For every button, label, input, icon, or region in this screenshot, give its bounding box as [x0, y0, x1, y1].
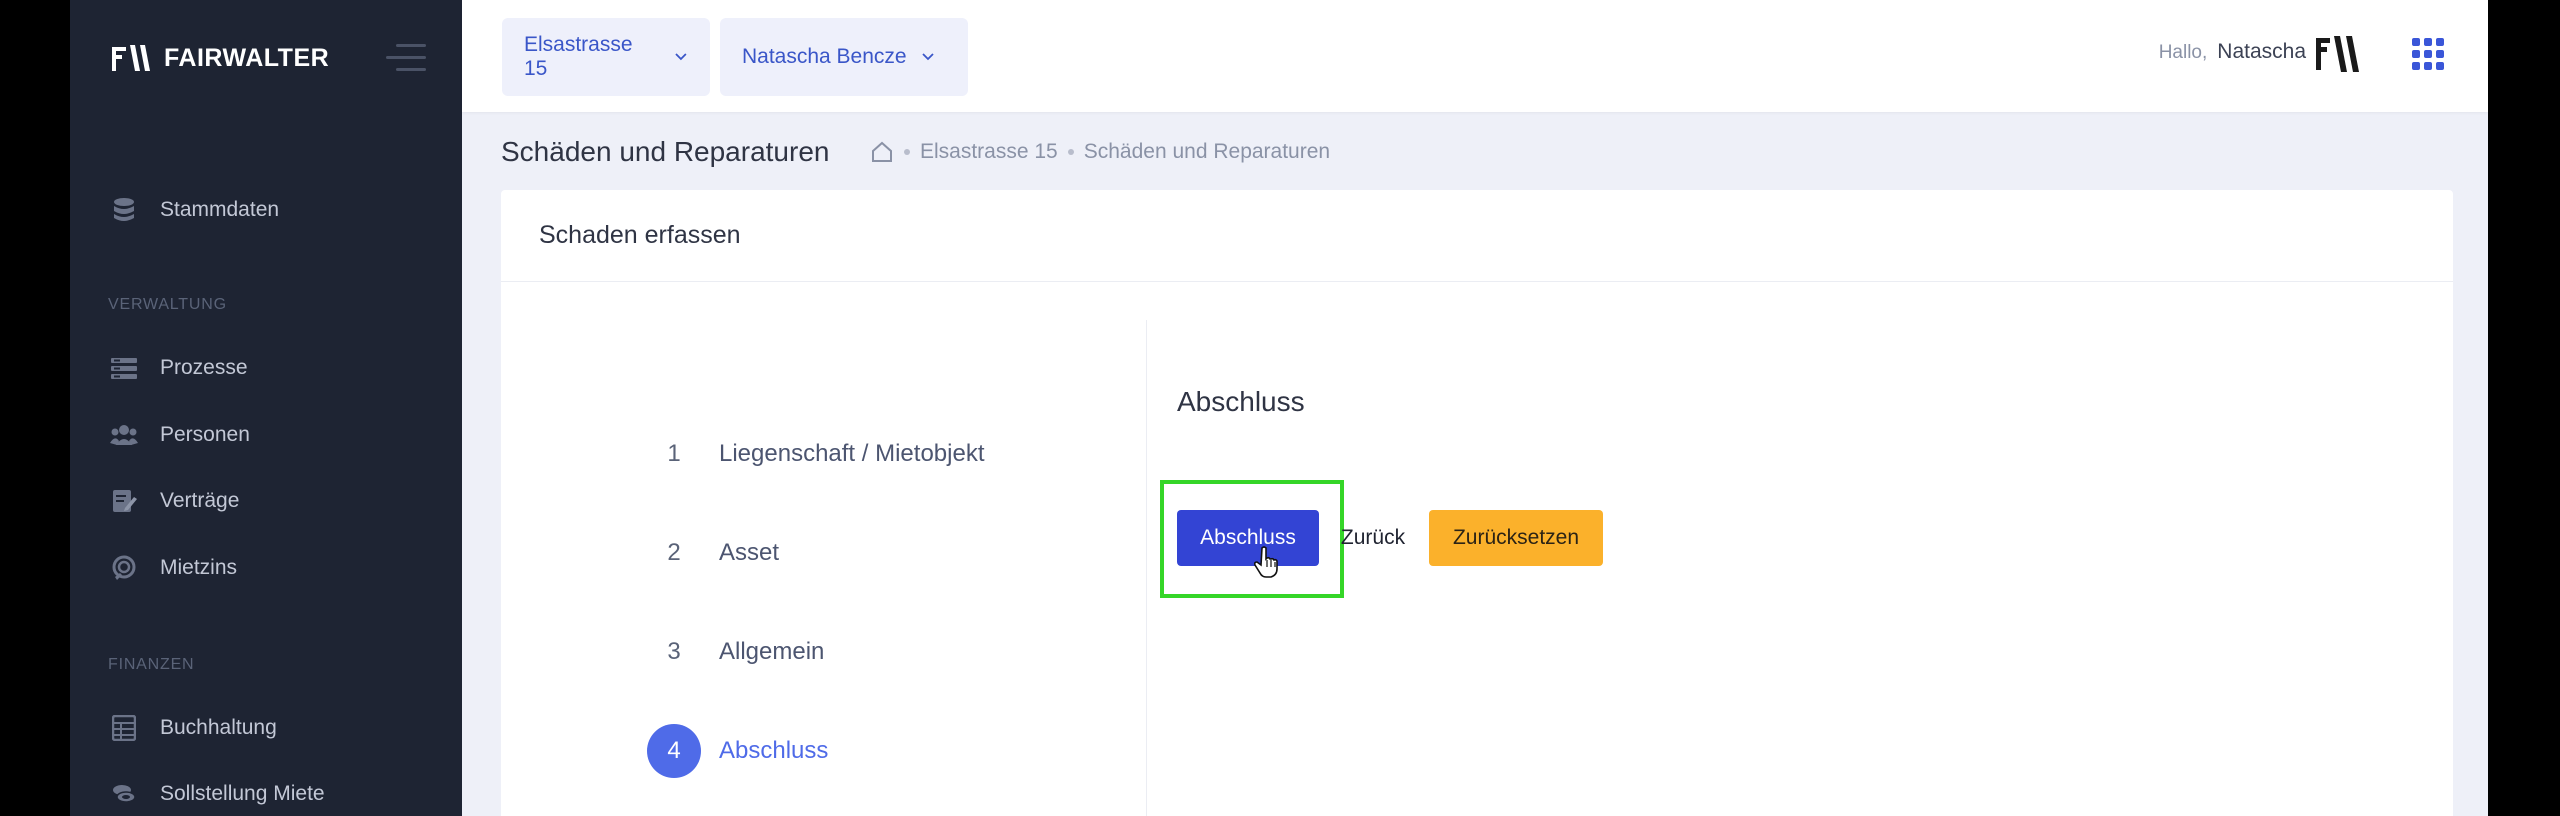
hand-cursor-icon	[1254, 546, 1278, 578]
top-header: Elsastrasse 15 Natascha Bencze Hallo, Na…	[462, 0, 2488, 112]
card-header: Schaden erfassen	[501, 190, 2453, 282]
fairwalter-logo-icon	[112, 45, 150, 71]
step-number: 2	[667, 539, 681, 566]
rent-icon	[110, 554, 138, 582]
step-number: 4	[647, 724, 701, 778]
person-select-label: Natascha Bencze	[742, 45, 907, 68]
back-button[interactable]: Zurück	[1337, 510, 1409, 566]
section-label-verwaltung: VERWALTUNG	[108, 296, 227, 313]
breadcrumb-item-current: Schäden und Reparaturen	[1083, 140, 1331, 163]
reset-button[interactable]: Zurücksetzen	[1429, 510, 1603, 566]
breadcrumb: Elsastrasse 15 Schäden und Reparaturen	[870, 140, 1330, 164]
step-3[interactable]: 3 Allgemein	[647, 625, 824, 679]
sidebar-item-label: Verträge	[160, 489, 240, 512]
ledger-icon	[110, 714, 138, 742]
brand-name: FAIRWALTER	[164, 43, 330, 72]
app-window: FAIRWALTER Stammdaten VERWALTUNG Prozess…	[70, 0, 2488, 816]
greeting-text: Hallo,	[2158, 42, 2208, 63]
coins-icon	[110, 780, 138, 808]
sidebar-item-personen[interactable]: Personen	[110, 415, 430, 455]
property-select-label: Elsastrasse 15	[524, 33, 633, 80]
user-greeting: Hallo, Natascha	[2159, 40, 2306, 64]
card-title: Schaden erfassen	[539, 221, 741, 249]
sidebar-item-label: Buchhaltung	[160, 716, 277, 739]
stepper-divider	[1146, 320, 1147, 816]
step-4-active[interactable]: 4 Abschluss	[647, 724, 828, 778]
step-number: 1	[667, 440, 681, 467]
user-avatar-icon[interactable]	[2314, 32, 2360, 76]
chevron-down-icon	[921, 53, 934, 61]
step-label: Asset	[719, 539, 780, 566]
section-label-finanzen: FINANZEN	[108, 656, 195, 673]
finish-button[interactable]: Abschluss	[1177, 510, 1319, 566]
sidebar-item-label: Stammdaten	[160, 198, 280, 221]
sidebar-item-label: Mietzins	[160, 556, 238, 579]
user-name: Natascha	[2217, 40, 2306, 63]
breadcrumb-item[interactable]: Elsastrasse 15	[920, 140, 1058, 164]
step-label: Abschluss	[719, 737, 829, 764]
sidebar-item-label: Sollstellung Miete	[160, 782, 325, 805]
person-select[interactable]: Natascha Bencze	[720, 18, 968, 96]
step-1[interactable]: 1 Liegenschaft / Mietobjekt	[647, 427, 985, 481]
damage-form-card: Schaden erfassen 1 Liegenschaft / Mietob…	[501, 190, 2453, 816]
sidebar: FAIRWALTER Stammdaten VERWALTUNG Prozess…	[70, 0, 462, 816]
brand[interactable]: FAIRWALTER	[110, 40, 329, 76]
sidebar-item-label: Personen	[160, 423, 250, 446]
sidebar-item-prozesse[interactable]: Prozesse	[110, 348, 430, 388]
section-title: Abschluss	[1177, 386, 1305, 417]
sidebar-item-vertraege[interactable]: Verträge	[110, 481, 430, 521]
step-number: 3	[667, 638, 681, 665]
list-icon	[110, 354, 138, 382]
sidebar-item-sollstellung-miete[interactable]: Sollstellung Miete	[110, 774, 430, 814]
contract-icon	[110, 487, 138, 515]
page-title: Schäden und Reparaturen	[501, 136, 830, 167]
sidebar-item-mietzins[interactable]: Mietzins	[110, 548, 430, 588]
home-icon[interactable]	[870, 141, 894, 163]
step-label: Liegenschaft / Mietobjekt	[719, 440, 985, 467]
database-icon	[110, 196, 138, 224]
sidebar-item-stammdaten[interactable]: Stammdaten	[110, 190, 430, 230]
users-icon	[110, 421, 138, 449]
chevron-down-icon	[675, 53, 687, 61]
apps-grid-icon[interactable]	[2412, 38, 2444, 70]
step-2[interactable]: 2 Asset	[647, 526, 779, 580]
step-label: Allgemein	[719, 638, 825, 665]
property-select[interactable]: Elsastrasse 15	[502, 18, 710, 96]
sidebar-item-buchhaltung[interactable]: Buchhaltung	[110, 708, 430, 748]
sidebar-item-label: Prozesse	[160, 356, 248, 379]
menu-toggle-icon[interactable]	[386, 44, 426, 72]
